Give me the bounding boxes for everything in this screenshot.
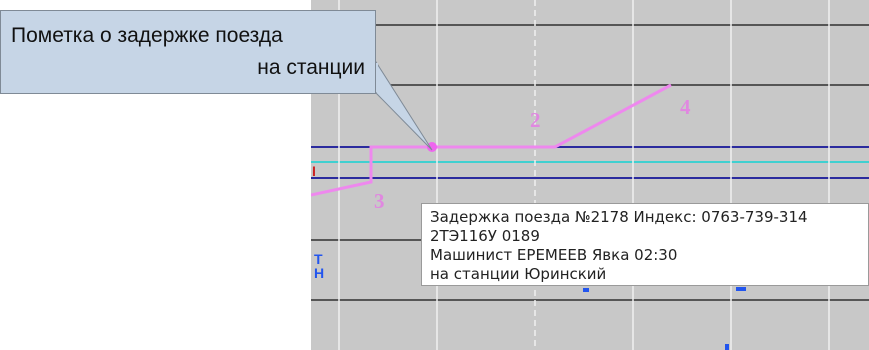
callout-text-line1: Пометка о задержке поезда <box>11 24 283 47</box>
tooltip-line-train: Задержка поезда №2178 Индекс: 0763-739-3… <box>430 208 808 226</box>
callout-text-line2: на станции <box>257 56 365 79</box>
tooltip-line-driver: Машинист ЕРЕМЕЕВ Явка 02:30 <box>430 246 678 264</box>
tooltip-line-locomotive: 2ТЭ116У 0189 <box>430 227 540 245</box>
delay-tooltip: Задержка поезда №2178 Индекс: 0763-739-3… <box>421 203 869 286</box>
tooltip-line-station: на станции Юринский <box>430 265 607 283</box>
annotation-callout: Пометка о задержке поезда на станции <box>0 10 376 94</box>
